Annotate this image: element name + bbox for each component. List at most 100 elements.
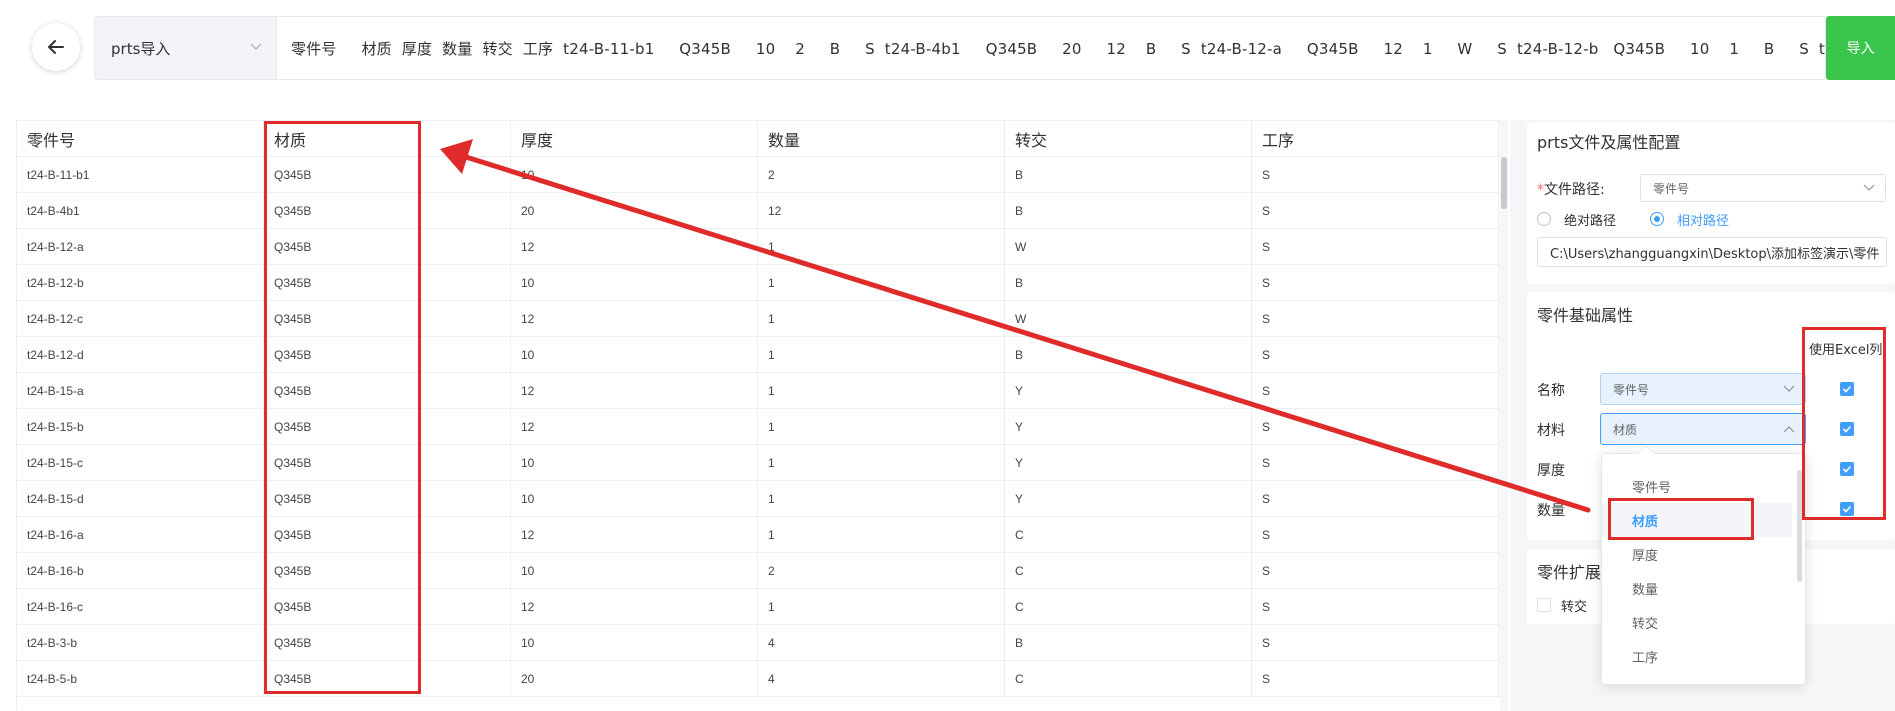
name-use-excel-checkbox[interactable] (1840, 382, 1854, 396)
material-label: 材料 (1537, 423, 1565, 439)
table-row[interactable]: t24-B-12-d Q345B 10 1 B S (17, 337, 1507, 373)
table-cell: Q345B (264, 661, 511, 697)
quantity-use-excel-checkbox[interactable] (1840, 502, 1854, 516)
material-use-excel-checkbox[interactable] (1840, 422, 1854, 436)
table-cell: 1 (758, 301, 1005, 337)
table-cell: 2 (758, 553, 1005, 589)
table-cell: 10 (511, 445, 758, 481)
table-cell: t24-B-12-d (17, 337, 264, 373)
table-cell: 10 (511, 481, 758, 517)
relative-path-radio[interactable] (1650, 212, 1664, 226)
table-cell: t24-B-15-b (17, 409, 264, 445)
column-header[interactable]: 转交 (1005, 121, 1252, 157)
name-label: 名称 (1537, 383, 1565, 399)
table-cell: 10 (511, 625, 758, 661)
name-column-select[interactable]: 零件号 (1600, 373, 1806, 405)
table-cell: t24-B-12-b (17, 265, 264, 301)
table-row[interactable]: t24-B-15-c Q345B 10 1 Y S (17, 445, 1507, 481)
table-row[interactable]: t24-B-3-b Q345B 10 4 B S (17, 625, 1507, 661)
basic-attributes-title: 零件基础属性 (1537, 306, 1634, 325)
table-cell: Q345B (264, 301, 511, 337)
table-cell: t24-B-16-a (17, 517, 264, 553)
absolute-path-radio[interactable] (1537, 212, 1551, 226)
table-cell: 1 (758, 589, 1005, 625)
table-cell: t24-B-15-d (17, 481, 264, 517)
table-scrollbar-thumb[interactable] (1501, 157, 1507, 209)
table-cell: 10 (511, 337, 758, 373)
table-cell: Q345B (264, 481, 511, 517)
check-icon (1842, 465, 1852, 473)
table-cell: Q345B (264, 337, 511, 373)
back-button[interactable] (32, 23, 80, 71)
clipboard-preview[interactable]: 零件号 材质 厚度 数量 转交 工序 t24-B-11-b1 Q345B 10 … (277, 17, 1825, 79)
table-row[interactable]: t24-B-16-a Q345B 12 1 C S (17, 517, 1507, 553)
handover-checkbox[interactable] (1537, 598, 1551, 612)
table-cell: t24-B-12-a (17, 229, 264, 265)
column-header[interactable]: 零件号 (17, 121, 264, 157)
table-cell: 12 (511, 301, 758, 337)
table-cell: C (1005, 517, 1252, 553)
column-header[interactable]: 工序 (1252, 121, 1499, 157)
name-column-value: 零件号 (1613, 382, 1650, 397)
table-cell: Q345B (264, 553, 511, 589)
table-cell: 10 (511, 553, 758, 589)
table-cell: 1 (758, 517, 1005, 553)
dropdown-option[interactable]: 工序 (1602, 639, 1792, 673)
table-row[interactable]: t24-B-12-a Q345B 12 1 W S (17, 229, 1507, 265)
import-button[interactable]: 导入 (1826, 16, 1895, 80)
table-row[interactable]: t24-B-4b1 Q345B 20 12 B S (17, 193, 1507, 229)
table-cell: 10 (511, 157, 758, 193)
file-path-input[interactable]: C:\Users\zhangguangxin\Desktop\添加标签演示\零件 (1537, 237, 1887, 267)
table-cell: C (1005, 589, 1252, 625)
table-cell: Q345B (264, 445, 511, 481)
check-icon (1842, 425, 1852, 433)
table-cell: S (1252, 373, 1499, 409)
handover-label: 转交 (1561, 600, 1588, 615)
check-icon (1842, 385, 1852, 393)
table-cell: t24-B-15-a (17, 373, 264, 409)
table-header: 零件号 材质 厚度 数量 转交 工序 (17, 121, 1507, 157)
table-row[interactable]: t24-B-11-b1 Q345B 10 2 B S (17, 157, 1507, 193)
dropdown-option[interactable]: 零件号 (1602, 469, 1792, 503)
table-cell: Q345B (264, 265, 511, 301)
dropdown-scrollbar-thumb[interactable] (1797, 470, 1802, 582)
column-header[interactable]: 材质 (264, 121, 511, 157)
dropdown-option[interactable]: 厚度 (1602, 537, 1792, 571)
parts-table: 零件号 材质 厚度 数量 转交 工序 t24-B-11-b1 Q345B 10 2 B S… (16, 120, 1508, 711)
table-cell: B (1005, 157, 1252, 193)
table-row[interactable]: t24-B-16-b Q345B 10 2 C S (17, 553, 1507, 589)
table-cell: 1 (758, 445, 1005, 481)
table-row[interactable]: t24-B-15-a Q345B 12 1 Y S (17, 373, 1507, 409)
table-cell: Q345B (264, 409, 511, 445)
material-column-select[interactable]: 材质 (1600, 413, 1806, 445)
prts-config-title: prts文件及属性配置 (1537, 133, 1681, 152)
dropdown-option-selected[interactable]: 材质 (1602, 503, 1792, 537)
table-cell: S (1252, 445, 1499, 481)
table-cell: C (1005, 553, 1252, 589)
table-cell: S (1252, 661, 1499, 697)
table-cell: 12 (511, 229, 758, 265)
table-row[interactable]: t24-B-15-b Q345B 12 1 Y S (17, 409, 1507, 445)
table-row[interactable]: t24-B-12-c Q345B 12 1 W S (17, 301, 1507, 337)
table-cell: S (1252, 265, 1499, 301)
thickness-use-excel-checkbox[interactable] (1840, 462, 1854, 476)
path-column-select[interactable]: 零件号 (1640, 174, 1886, 202)
table-cell: 12 (511, 409, 758, 445)
table-cell: S (1252, 589, 1499, 625)
table-cell: W (1005, 229, 1252, 265)
column-header[interactable]: 数量 (758, 121, 1005, 157)
table-row[interactable]: t24-B-5-b Q345B 20 4 C S (17, 661, 1507, 697)
table-row[interactable]: t24-B-12-b Q345B 10 1 B S (17, 265, 1507, 301)
table-row[interactable]: t24-B-15-d Q345B 10 1 Y S (17, 481, 1507, 517)
table-cell: t24-B-15-c (17, 445, 264, 481)
column-header[interactable]: 厚度 (511, 121, 758, 157)
import-toolbar: prts导入 零件号 材质 厚度 数量 转交 工序 t24-B-11-b1 Q3… (94, 16, 1826, 80)
table-cell: S (1252, 409, 1499, 445)
table-row[interactable]: t24-B-16-c Q345B 12 1 C S (17, 589, 1507, 625)
dropdown-option[interactable]: 数量 (1602, 571, 1792, 605)
import-type-select[interactable]: prts导入 (95, 17, 277, 79)
dropdown-option[interactable]: 转交 (1602, 605, 1792, 639)
table-cell: 1 (758, 373, 1005, 409)
import-type-value: prts导入 (111, 39, 171, 58)
table-cell: S (1252, 553, 1499, 589)
